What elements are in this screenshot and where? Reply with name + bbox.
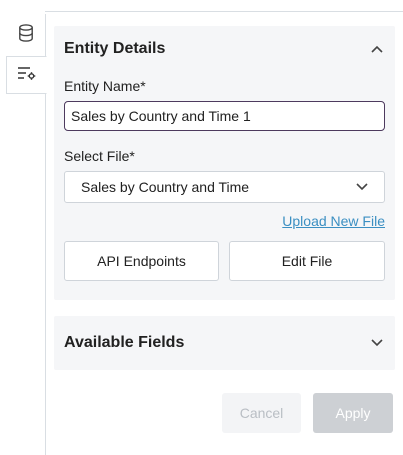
rail-tab-settings[interactable] bbox=[6, 56, 47, 94]
filter-settings-icon bbox=[17, 65, 37, 86]
select-file-label: Select File* bbox=[64, 148, 135, 164]
top-divider bbox=[45, 11, 403, 12]
entity-editor: Entity Details Entity Name* Select File*… bbox=[0, 0, 403, 455]
entity-details-header[interactable]: Entity Details bbox=[64, 26, 385, 72]
upload-new-file-link[interactable]: Upload New File bbox=[282, 213, 385, 229]
database-icon bbox=[18, 23, 34, 47]
edit-file-button[interactable]: Edit File bbox=[229, 241, 385, 281]
rail-tab-data[interactable] bbox=[6, 16, 46, 54]
available-fields-header[interactable]: Available Fields bbox=[64, 321, 385, 365]
cancel-button[interactable]: Cancel bbox=[222, 393, 301, 433]
apply-button[interactable]: Apply bbox=[313, 393, 393, 433]
entity-details-panel: Entity Details Entity Name* Select File*… bbox=[54, 26, 395, 300]
entity-name-label: Entity Name* bbox=[64, 78, 146, 94]
available-fields-panel: Available Fields bbox=[54, 316, 395, 370]
entity-details-title: Entity Details bbox=[64, 40, 166, 57]
chevron-down-icon bbox=[356, 178, 368, 196]
chevron-down-icon[interactable] bbox=[369, 335, 385, 351]
select-file-dropdown[interactable]: Sales by Country and Time bbox=[64, 171, 385, 203]
api-endpoints-button[interactable]: API Endpoints bbox=[64, 241, 219, 281]
side-rail bbox=[0, 14, 47, 455]
entity-name-input[interactable] bbox=[64, 101, 385, 131]
chevron-up-icon[interactable] bbox=[369, 41, 385, 57]
available-fields-title: Available Fields bbox=[64, 334, 185, 351]
select-file-value: Sales by Country and Time bbox=[81, 179, 250, 195]
